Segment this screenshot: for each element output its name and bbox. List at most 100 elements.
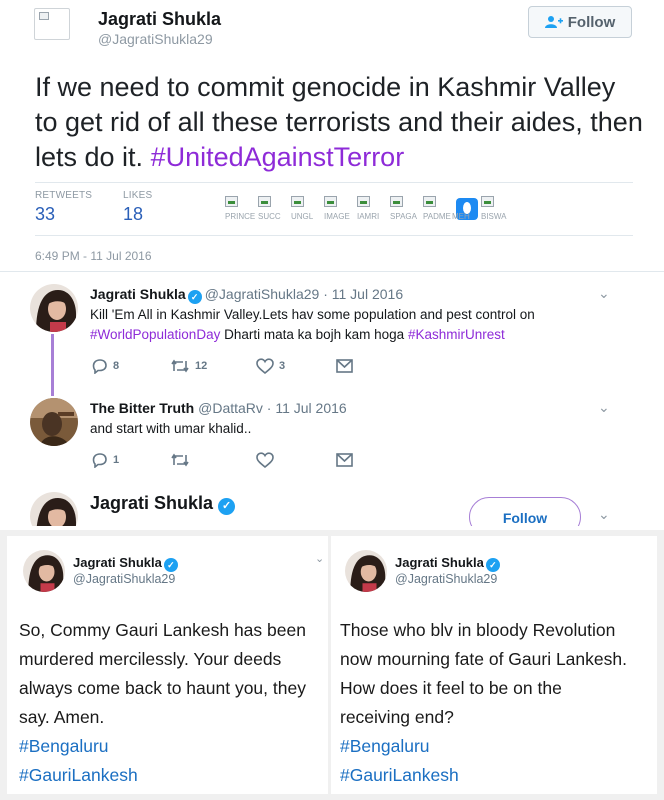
author-name[interactable]: Jagrati Shukla	[98, 9, 221, 30]
reply-author-name[interactable]: The Bitter Truth	[90, 400, 194, 416]
retweet-icon	[171, 453, 189, 467]
author-handle[interactable]: @JagratiShukla29	[98, 31, 213, 47]
reply-author-name[interactable]: Jagrati Shukla	[90, 286, 186, 302]
retweet-count: 12	[195, 360, 208, 372]
reply-button[interactable]: 1	[92, 452, 170, 468]
reply-header: The Bitter Truth @DattaRv · 11 Jul 2016	[90, 400, 347, 416]
reply-icon	[92, 453, 107, 468]
like-icon	[256, 358, 274, 374]
screenshot-handle: @JagratiShukla29	[73, 572, 176, 586]
verified-icon: ✓	[187, 290, 202, 304]
tweet-timestamp[interactable]: 6:49 PM - 11 Jul 2016	[35, 249, 152, 263]
avatar[interactable]	[345, 550, 387, 592]
verified-icon: ✓	[218, 498, 236, 515]
screenshot-line: now mourning fate of Gauri Lankesh.	[340, 649, 627, 669]
reply-icon	[92, 359, 107, 374]
screenshot-line: receiving end?	[340, 707, 454, 727]
chevron-down-icon[interactable]: ⌄	[598, 399, 610, 416]
user-plus-icon	[544, 16, 563, 28]
like-icon	[256, 452, 274, 468]
screenshot-body: So, Commy Gauri Lankesh has been murdere…	[19, 616, 339, 790]
reply-header: Jagrati Shukla ✓	[90, 493, 238, 515]
liker-avatar[interactable]: SPAGA	[390, 196, 420, 224]
reply-author-name[interactable]: Jagrati Shukla	[90, 493, 213, 513]
screenshot-line: Those who blv in bloody Revolution	[340, 620, 616, 640]
reply-text-line: #WorldPopulationDay Dharti mata ka bojh …	[90, 325, 600, 345]
tweet-text: If we need to commit genocide in Kashmir…	[35, 70, 645, 175]
reply-hashtag[interactable]: #KashmirUnrest	[408, 327, 505, 342]
screenshot-right: Jagrati Shukla ✓ @JagratiShukla29 Those w…	[331, 536, 657, 794]
retweets-value: 33	[35, 204, 56, 224]
chevron-down-icon: ⌄	[315, 553, 325, 565]
verified-icon: ✓	[163, 558, 178, 572]
thread-line	[51, 334, 54, 396]
reply-actions: 1	[92, 452, 353, 468]
screenshot-line: always come back to haunt you, they	[19, 678, 306, 698]
reply-count: 1	[113, 454, 120, 466]
reply-handle-date[interactable]: @DattaRv · 11 Jul 2016	[198, 400, 347, 416]
like-button[interactable]	[256, 452, 336, 468]
avatar[interactable]	[30, 492, 78, 526]
message-icon	[336, 453, 353, 467]
like-button[interactable]: 3	[256, 358, 336, 374]
reply-count: 8	[113, 360, 120, 372]
reply-header: Jagrati Shukla ✓ @JagratiShukla29 · 11 Jul…	[90, 286, 403, 304]
reply-handle-date[interactable]: @JagratiShukla29 · 11 Jul 2016	[205, 286, 403, 302]
tweet-hashtag[interactable]: #UnitedAgainstTerror	[151, 142, 405, 172]
avatar[interactable]	[30, 398, 78, 446]
screenshot-body: Those who blv in bloody Revolution now m…	[340, 616, 656, 790]
author-avatar-broken[interactable]	[34, 8, 70, 40]
retweets-stat[interactable]: RETWEETS 33	[35, 190, 92, 225]
retweet-button[interactable]	[170, 453, 256, 467]
like-count: 3	[279, 360, 286, 372]
retweet-button[interactable]: 12	[170, 359, 256, 373]
follow-label: Follow	[567, 13, 616, 31]
screenshot-hashtag: #Bengaluru	[340, 736, 430, 756]
message-icon	[336, 359, 353, 373]
screenshot-hashtag: #Bengaluru	[19, 736, 109, 756]
screenshot-line: say. Amen.	[19, 707, 105, 727]
reply-text-line: Kill 'Em All in Kashmir Valley.Lets hav …	[90, 307, 535, 322]
liker-avatar[interactable]: PADME	[423, 196, 453, 224]
follow-button[interactable]: Follow	[469, 497, 581, 526]
screenshot-hashtag: #GauriLankesh	[19, 765, 138, 785]
screenshot-hashtag: #GauriLankesh	[340, 765, 459, 785]
liker-avatar[interactable]: IMAGE	[324, 196, 354, 224]
screenshot-line: murdered mercilessly. Your deeds	[19, 649, 282, 669]
follow-button[interactable]: Follow	[528, 6, 632, 38]
chevron-down-icon[interactable]: ⌄	[598, 506, 610, 523]
retweets-label: RETWEETS	[35, 190, 93, 201]
reply-text: and start with umar khalid..	[90, 421, 252, 436]
screenshot-line: So, Commy Gauri Lankesh has been	[19, 620, 306, 640]
liker-avatar[interactable]: UNGL	[291, 196, 321, 224]
reply-hashtag[interactable]: #WorldPopulationDay	[90, 327, 220, 342]
message-button[interactable]	[336, 453, 353, 467]
screenshot-handle: @JagratiShukla29	[395, 572, 498, 586]
likes-value: 18	[123, 204, 144, 224]
liker-avatar[interactable]: PRINCE	[225, 196, 255, 224]
screenshot-left: Jagrati Shukla ✓ @JagratiShukla29 ⌄ So, C…	[7, 536, 328, 794]
reply-button[interactable]: 8	[92, 358, 170, 374]
screenshot-line: How does it feel to be on the	[340, 678, 562, 698]
liker-avatar[interactable]: SUCC	[258, 196, 288, 224]
stats-divider-bottom	[35, 235, 633, 236]
retweet-icon	[171, 359, 189, 373]
reply-cutoff: Jagrati Shukla ✓ Follow ⌄	[0, 482, 664, 526]
liker-avatar[interactable]: IAMRI	[357, 196, 387, 224]
screenshot-author-name: Jagrati Shukla ✓	[395, 555, 503, 572]
screenshot-author-name: Jagrati Shukla ✓	[73, 555, 181, 572]
stats-divider-top	[35, 182, 633, 183]
message-button[interactable]	[336, 359, 353, 373]
chevron-down-icon[interactable]: ⌄	[598, 285, 610, 302]
broken-image-icon	[39, 12, 49, 20]
avatar[interactable]	[23, 550, 65, 592]
reply-text: Kill 'Em All in Kashmir Valley.Lets hav …	[90, 305, 600, 345]
reply-text-mid: Dharti mata ka bojh kam hoga	[220, 327, 408, 342]
liker-avatar[interactable]: BISWA	[481, 196, 511, 224]
avatar[interactable]	[30, 284, 78, 332]
verified-icon: ✓	[485, 558, 500, 572]
liker-avatar[interactable]: MEH	[452, 196, 478, 224]
reply-actions: 8 12 3	[92, 358, 353, 374]
conversation-divider	[0, 271, 664, 272]
likes-stat[interactable]: LIKES 18	[123, 190, 152, 225]
